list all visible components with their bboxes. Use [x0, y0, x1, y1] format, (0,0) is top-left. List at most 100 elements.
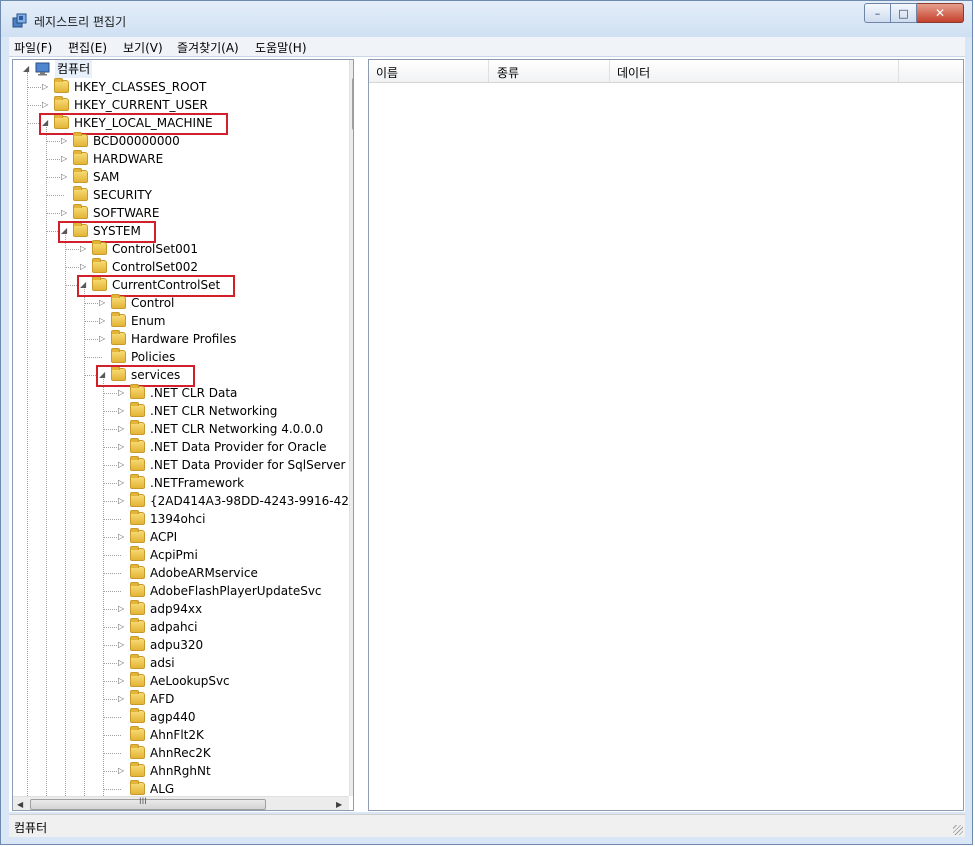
tree-node[interactable]: ▷ Enum [85, 312, 353, 330]
column-data[interactable]: 데이터 [617, 64, 650, 81]
hscroll-grip-icon: III [139, 797, 147, 807]
column-name[interactable]: 이름 [376, 64, 398, 81]
tree-node[interactable]: ▷ ACPI [104, 528, 353, 546]
tree-node[interactable]: AdobeFlashPlayerUpdateSvc [104, 582, 353, 600]
scroll-right-icon[interactable]: ▶ [336, 801, 342, 809]
menu-help[interactable]: 도움말(H) [255, 39, 307, 56]
collapsed-icon[interactable]: ▷ [118, 623, 126, 631]
tree-node[interactable]: ▷ adp94xx [104, 600, 353, 618]
scroll-left-icon[interactable]: ◀ [17, 801, 23, 809]
folder-icon [130, 654, 145, 669]
tree-node[interactable]: ▷ adpu320 [104, 636, 353, 654]
tree-node[interactable]: agp440 [104, 708, 353, 726]
collapsed-icon[interactable]: ▷ [61, 155, 69, 163]
tree-node[interactable]: ▷ AeLookupSvc [104, 672, 353, 690]
tree-node[interactable]: ▷ ControlSet002 [66, 258, 353, 276]
folder-icon [130, 492, 145, 507]
collapsed-icon[interactable]: ▷ [118, 425, 126, 433]
tree-node[interactable]: ▷ HKEY_CURRENT_USER [28, 96, 353, 114]
tree-node[interactable]: ▷ HARDWARE [47, 150, 353, 168]
tree-node[interactable]: AhnRec2K [104, 744, 353, 762]
tree-node[interactable]: ▷ BCD00000000 [47, 132, 353, 150]
title-bar[interactable]: 레지스트리 편집기 – □ ✕ [1, 1, 972, 37]
tree-root-computer[interactable]: ◢ 컴퓨터 [23, 60, 323, 78]
menu-view[interactable]: 보기(V) [123, 39, 163, 56]
collapsed-icon[interactable]: ▷ [99, 335, 107, 343]
collapsed-icon[interactable]: ▷ [118, 389, 126, 397]
collapsed-icon[interactable]: ▷ [42, 83, 50, 91]
tree-node[interactable]: ▷ {2AD414A3-98DD-4243-9916-424 [104, 492, 353, 510]
tree-vertical-scroll-thumb[interactable]: ≡ [352, 78, 353, 130]
collapsed-icon[interactable]: ▷ [118, 641, 126, 649]
column-divider[interactable] [898, 60, 899, 82]
menu-file[interactable]: 파일(F) [14, 39, 52, 56]
collapsed-icon[interactable]: ▷ [118, 443, 126, 451]
column-divider[interactable] [609, 60, 610, 82]
collapsed-icon[interactable]: ▷ [118, 605, 126, 613]
collapsed-icon[interactable]: ▷ [118, 479, 126, 487]
tree-node[interactable]: ▷ .NETFramework [104, 474, 353, 492]
collapsed-icon[interactable]: ▷ [118, 767, 126, 775]
tree-node[interactable]: AhnFlt2K [104, 726, 353, 744]
tree-node[interactable]: ▷ .NET CLR Data [104, 384, 353, 402]
collapsed-icon[interactable]: ▷ [61, 173, 69, 181]
folder-icon [130, 762, 145, 777]
collapsed-icon[interactable]: ▷ [118, 461, 126, 469]
tree-horizontal-scrollbar[interactable]: ◀ III ▶ [13, 796, 349, 810]
menu-favorites[interactable]: 즐겨찾기(A) [177, 39, 239, 56]
collapsed-icon[interactable]: ▷ [118, 533, 126, 541]
tree-node[interactable]: ▷ .NET CLR Networking 4.0.0.0 [104, 420, 353, 438]
close-icon: ✕ [934, 6, 946, 20]
maximize-button[interactable]: □ [891, 3, 917, 23]
collapsed-icon[interactable]: ▷ [118, 677, 126, 685]
tree-node[interactable]: ▷ .NET Data Provider for Oracle [104, 438, 353, 456]
collapsed-icon[interactable]: ▷ [118, 497, 126, 505]
tree-node[interactable]: SECURITY [47, 186, 353, 204]
tree-node[interactable]: ▷ SAM [47, 168, 353, 186]
collapsed-icon[interactable]: ▷ [61, 209, 69, 217]
resize-grip-icon[interactable] [953, 825, 963, 835]
tree-node-label: Hardware Profiles [131, 332, 237, 346]
tree-vertical-scrollbar[interactable]: ▲ ≡ ▼ [349, 60, 353, 796]
column-type[interactable]: 종류 [497, 64, 519, 81]
collapsed-icon[interactable]: ▷ [118, 659, 126, 667]
tree-branch-line [104, 789, 121, 790]
tree-node[interactable]: Policies [85, 348, 353, 366]
column-divider[interactable] [488, 60, 489, 82]
tree-node[interactable]: ▷ AFD [104, 690, 353, 708]
tree-node[interactable]: ▷ adpahci [104, 618, 353, 636]
minimize-button[interactable]: – [864, 3, 891, 23]
folder-icon [130, 402, 145, 417]
folder-icon [111, 330, 126, 345]
folder-icon [130, 726, 145, 741]
tree-branch-line [104, 555, 121, 556]
tree-node[interactable]: ▷ .NET CLR Networking [104, 402, 353, 420]
collapsed-icon[interactable]: ▷ [118, 407, 126, 415]
tree-horizontal-scroll-thumb[interactable]: III [30, 797, 266, 810]
collapsed-icon[interactable]: ▷ [61, 137, 69, 145]
tree-node-label: .NET CLR Networking [150, 404, 278, 418]
folder-icon [130, 618, 145, 633]
tree-node[interactable]: 1394ohci [104, 510, 353, 528]
registry-app-icon [12, 13, 27, 28]
tree-node[interactable]: ▷ ControlSet001 [66, 240, 353, 258]
close-button[interactable]: ✕ [917, 3, 964, 23]
tree-node[interactable]: ▷ Hardware Profiles [85, 330, 353, 348]
tree-node[interactable]: ▷ Control [85, 294, 353, 312]
tree-node[interactable]: AcpiPmi [104, 546, 353, 564]
tree-node[interactable]: ▷ HKEY_CLASSES_ROOT [28, 78, 353, 96]
tree-node[interactable]: ▷ AhnRghNt [104, 762, 353, 780]
collapsed-icon[interactable]: ▷ [99, 317, 107, 325]
tree-node[interactable]: ▷ SOFTWARE [47, 204, 353, 222]
collapsed-icon[interactable]: ▷ [80, 263, 88, 271]
tree-node[interactable]: ▷ adsi [104, 654, 353, 672]
tree-node[interactable]: AdobeARMservice [104, 564, 353, 582]
menu-edit[interactable]: 편집(E) [68, 39, 107, 56]
collapsed-icon[interactable]: ▷ [99, 299, 107, 307]
collapsed-icon[interactable]: ▷ [118, 695, 126, 703]
registry-tree-pane[interactable]: ◢ 컴퓨터 ▷ HKEY_CLASSES_ROOT ▷ HKEY_CURRENT_USER… [12, 59, 354, 811]
collapsed-icon[interactable]: ▷ [42, 101, 50, 109]
collapsed-icon[interactable]: ▷ [80, 245, 88, 253]
values-list-pane[interactable]: 이름 종류 데이터 [368, 59, 964, 811]
tree-node[interactable]: ▷ .NET Data Provider for SqlServer [104, 456, 353, 474]
